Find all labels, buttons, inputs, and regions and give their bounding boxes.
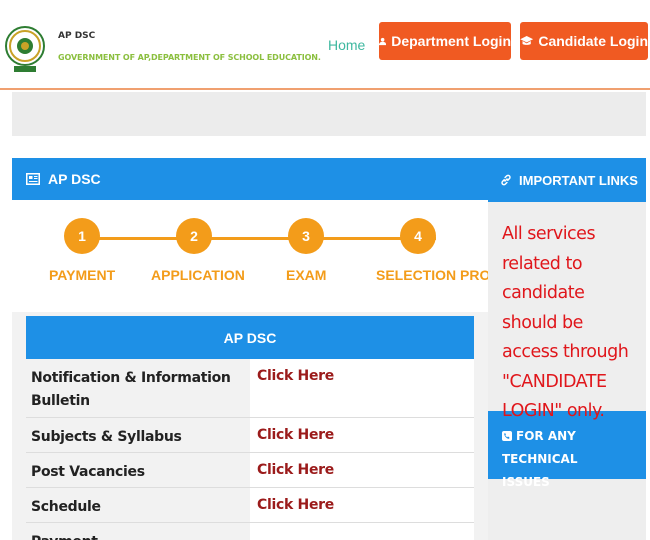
- table-row: Subjects & Syllabus Click Here: [26, 418, 474, 453]
- technical-issues-label: FOR ANY TECHNICAL ISSUES: [502, 429, 578, 489]
- user-icon: [379, 37, 387, 45]
- click-here-link[interactable]: Click Here: [250, 453, 474, 487]
- step-exam-label: EXAM: [286, 267, 327, 283]
- nav-home-link[interactable]: Home: [328, 37, 365, 53]
- table-row: Payment: [26, 523, 474, 540]
- site-header: AP DSC GOVERNMENT OF AP,DEPARTMENT OF SC…: [0, 0, 650, 90]
- phone-icon: [502, 431, 512, 441]
- row-link[interactable]: [250, 523, 474, 540]
- brand-title: AP DSC: [58, 31, 96, 41]
- step-application-circle[interactable]: 2: [176, 218, 212, 254]
- click-here-link[interactable]: Click Here: [250, 418, 474, 452]
- graduation-cap-icon: [520, 35, 534, 45]
- stepper-line: [80, 237, 436, 240]
- row-label: Schedule: [26, 488, 250, 522]
- important-links-title: IMPORTANT LINKS: [519, 172, 638, 188]
- table-row: Post Vacancies Click Here: [26, 453, 474, 488]
- info-table: AP DSC Notification & Information Bullet…: [26, 316, 474, 540]
- emblem-logo[interactable]: [4, 22, 46, 74]
- important-links-header: IMPORTANT LINKS: [488, 158, 646, 202]
- step-application-label: APPLICATION: [151, 267, 245, 283]
- step-payment-label: PAYMENT: [49, 267, 116, 283]
- banner-strip: [12, 92, 646, 136]
- process-stepper: 1 2 3 4 PAYMENT APPLICATION EXAM SELECTI…: [12, 200, 488, 312]
- row-label: Payment: [26, 523, 250, 540]
- candidate-login-label: Candidate Login: [538, 33, 648, 49]
- step-selection-label: SELECTION PROCESS: [376, 267, 488, 283]
- department-login-button[interactable]: Department Login: [379, 22, 511, 60]
- table-row: Notification & Information Bulletin Clic…: [26, 359, 474, 418]
- row-label: Notification & Information Bulletin: [26, 359, 250, 417]
- dsc-panel-header: AP DSC: [12, 158, 488, 200]
- row-label: Subjects & Syllabus: [26, 418, 250, 452]
- department-login-label: Department Login: [391, 33, 511, 49]
- click-here-link[interactable]: Click Here: [250, 359, 474, 417]
- link-icon: [501, 174, 511, 186]
- step-selection-circle[interactable]: 4: [400, 218, 436, 254]
- candidate-login-notice: All services related to candidate should…: [502, 224, 629, 421]
- step-exam-circle[interactable]: 3: [288, 218, 324, 254]
- info-table-title: AP DSC: [26, 316, 474, 359]
- table-row: Schedule Click Here: [26, 488, 474, 523]
- candidate-login-button[interactable]: Candidate Login: [520, 22, 648, 60]
- step-payment-circle[interactable]: 1: [64, 218, 100, 254]
- click-here-link[interactable]: Click Here: [250, 488, 474, 522]
- row-label: Post Vacancies: [26, 453, 250, 487]
- brand-subtitle: GOVERNMENT OF AP,DEPARTMENT OF SCHOOL ED…: [58, 53, 321, 62]
- newspaper-icon: [26, 173, 40, 185]
- dsc-panel: AP DSC 1 2 3 4 PAYMENT APPLICATION EXAM …: [12, 158, 488, 540]
- dsc-panel-title: AP DSC: [48, 171, 101, 187]
